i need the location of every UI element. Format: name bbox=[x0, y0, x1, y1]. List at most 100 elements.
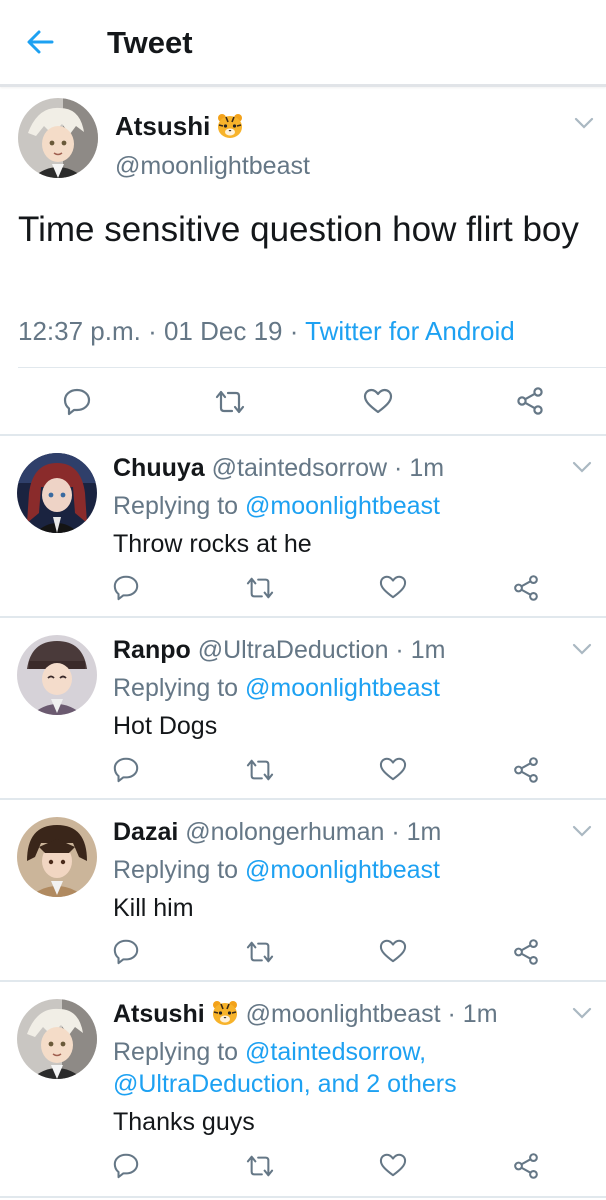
retweet-button[interactable] bbox=[245, 1153, 275, 1179]
retweet-button[interactable] bbox=[245, 757, 275, 783]
tweet-source-link[interactable]: Twitter for Android bbox=[305, 316, 515, 346]
like-button[interactable] bbox=[378, 574, 408, 600]
reply-icon bbox=[63, 388, 91, 416]
replying-to-link[interactable]: @UltraDeduction, and 2 others bbox=[113, 1070, 457, 1098]
reply-time: 1m bbox=[462, 1000, 498, 1028]
reply-header: Atsushi @moonlightbeast · 1m bbox=[113, 998, 498, 1030]
reply-icon bbox=[113, 1153, 139, 1179]
heart-icon bbox=[379, 757, 407, 781]
reply-tweet[interactable]: Dazai @nolongerhuman · 1m Replying to @m… bbox=[0, 800, 606, 980]
reply-author-name[interactable]: Dazai bbox=[113, 818, 178, 846]
reply-text: Thanks guys bbox=[113, 1108, 255, 1136]
reply-time: 1m bbox=[410, 636, 446, 664]
replying-to-link[interactable]: @moonlightbeast bbox=[245, 856, 440, 884]
share-icon bbox=[517, 387, 543, 415]
replying-prefix: Replying to bbox=[113, 856, 246, 884]
chevron-down-icon[interactable] bbox=[573, 116, 595, 130]
tweet-text: Time sensitive question how flirt boy bbox=[18, 210, 579, 249]
reply-author-handle[interactable]: @UltraDeduction bbox=[198, 636, 389, 664]
retweet-button[interactable] bbox=[245, 575, 275, 601]
heart-icon bbox=[379, 1153, 407, 1177]
reply-icon bbox=[113, 939, 139, 965]
share-icon bbox=[514, 575, 538, 601]
avatar-atsushi[interactable] bbox=[17, 999, 97, 1079]
retweet-button[interactable] bbox=[214, 388, 246, 416]
reply-button[interactable] bbox=[112, 937, 140, 965]
reply-time: 1m bbox=[406, 818, 442, 846]
divider bbox=[0, 1196, 606, 1198]
avatar-atsushi-main[interactable] bbox=[18, 98, 98, 178]
meta-separator: · bbox=[388, 636, 411, 664]
avatar-chuuya[interactable] bbox=[17, 453, 97, 533]
heart-icon bbox=[379, 939, 407, 963]
share-button[interactable] bbox=[512, 1152, 540, 1180]
chevron-down-icon[interactable] bbox=[571, 824, 593, 838]
like-button[interactable] bbox=[378, 1152, 408, 1178]
divider bbox=[18, 367, 606, 368]
replying-to: Replying to @taintedsorrow, bbox=[113, 1036, 426, 1068]
heart-icon bbox=[379, 575, 407, 599]
heart-icon bbox=[363, 388, 393, 414]
reply-author-name[interactable]: Chuuya bbox=[113, 454, 205, 482]
reply-header: Chuuya @taintedsorrow · 1m bbox=[113, 452, 444, 484]
tiger-emoji bbox=[212, 1001, 237, 1025]
meta-separator: · bbox=[140, 316, 164, 346]
retweet-icon bbox=[246, 1155, 274, 1177]
reply-time: 1m bbox=[409, 454, 445, 482]
reply-author-name[interactable]: Ranpo bbox=[113, 636, 191, 664]
avatar-ranpo[interactable] bbox=[17, 635, 97, 715]
reply-header: Ranpo @UltraDeduction · 1m bbox=[113, 634, 445, 666]
retweet-icon bbox=[246, 941, 274, 963]
like-button[interactable] bbox=[378, 756, 408, 782]
retweet-button[interactable] bbox=[245, 939, 275, 965]
replying-to-link[interactable]: @moonlightbeast bbox=[245, 674, 440, 702]
share-button[interactable] bbox=[515, 386, 545, 416]
reply-icon bbox=[113, 757, 139, 783]
reply-text: Throw rocks at he bbox=[113, 530, 312, 558]
reply-author-handle[interactable]: @taintedsorrow bbox=[212, 454, 387, 482]
reply-button[interactable] bbox=[62, 386, 92, 416]
replying-prefix: Replying to bbox=[113, 1038, 246, 1066]
share-button[interactable] bbox=[512, 574, 540, 602]
share-button[interactable] bbox=[512, 938, 540, 966]
share-icon bbox=[514, 1153, 538, 1179]
share-button[interactable] bbox=[512, 756, 540, 784]
meta-separator: · bbox=[387, 454, 410, 482]
replying-prefix: Replying to bbox=[113, 674, 246, 702]
reply-tweet[interactable]: Atsushi @moonlightbeast · 1m Replying to… bbox=[0, 982, 606, 1196]
chevron-down-icon[interactable] bbox=[571, 1006, 593, 1020]
avatar-dazai[interactable] bbox=[17, 817, 97, 897]
reply-author-handle[interactable]: @moonlightbeast bbox=[246, 1000, 441, 1028]
back-button[interactable] bbox=[22, 24, 62, 60]
main-author-handle[interactable]: @moonlightbeast bbox=[115, 150, 310, 182]
like-button[interactable] bbox=[362, 387, 394, 415]
chevron-down-icon[interactable] bbox=[571, 642, 593, 656]
chevron-down-icon[interactable] bbox=[571, 460, 593, 474]
share-icon bbox=[514, 757, 538, 783]
meta-separator: · bbox=[384, 818, 407, 846]
main-author-name[interactable]: Atsushi bbox=[115, 110, 244, 142]
reply-tweet[interactable]: Chuuya @taintedsorrow · 1m Replying to @… bbox=[0, 436, 606, 616]
tweet-time: 12:37 p.m. bbox=[18, 316, 141, 346]
reply-button[interactable] bbox=[112, 573, 140, 601]
share-icon bbox=[514, 939, 538, 965]
author-name: Atsushi bbox=[115, 111, 211, 141]
replying-to: Replying to @moonlightbeast bbox=[113, 672, 440, 704]
replying-to: Replying to @moonlightbeast bbox=[113, 490, 440, 522]
reply-icon bbox=[113, 575, 139, 601]
like-button[interactable] bbox=[378, 938, 408, 964]
reply-text: Hot Dogs bbox=[113, 712, 218, 740]
reply-tweet[interactable]: Ranpo @UltraDeduction · 1m Replying to @… bbox=[0, 618, 606, 798]
replying-to: Replying to @moonlightbeast bbox=[113, 854, 440, 886]
replying-to-link[interactable]: @taintedsorrow, bbox=[245, 1038, 426, 1066]
meta-separator: · bbox=[440, 1000, 463, 1028]
reply-button[interactable] bbox=[112, 1151, 140, 1179]
replying-to-continued: @UltraDeduction, and 2 others bbox=[113, 1068, 457, 1100]
tiger-emoji bbox=[218, 114, 243, 138]
replying-to-link[interactable]: @moonlightbeast bbox=[245, 492, 440, 520]
reply-text: Kill him bbox=[113, 894, 194, 922]
reply-author-name[interactable]: Atsushi bbox=[113, 1000, 205, 1028]
reply-author-handle[interactable]: @nolongerhuman bbox=[185, 818, 384, 846]
retweet-icon bbox=[215, 390, 245, 414]
reply-button[interactable] bbox=[112, 755, 140, 783]
